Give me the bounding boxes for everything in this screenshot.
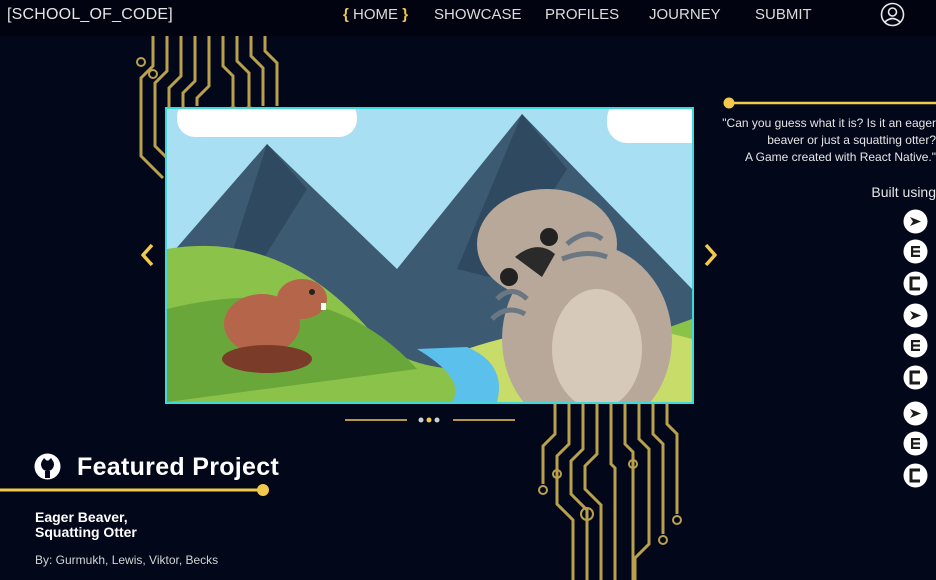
- carousel-dot[interactable]: [418, 417, 424, 423]
- project-authors: By: Gurmukh, Lewis, Viktor, Becks: [35, 553, 219, 567]
- home-close-brace: }: [402, 6, 409, 23]
- description-divider: [723, 97, 936, 109]
- project-description: "Can you guess what it is? Is it an eage…: [700, 115, 936, 166]
- carousel-dot[interactable]: [434, 417, 440, 423]
- nav-home-label: HOME: [353, 6, 399, 23]
- built-using-label: Built using: [871, 184, 936, 200]
- codesandbox-icon[interactable]: [903, 365, 928, 390]
- express-icon[interactable]: [903, 333, 928, 358]
- featured-divider: [0, 484, 269, 496]
- nav-home-link[interactable]: { HOME }: [343, 6, 408, 23]
- nav-journey-link[interactable]: JOURNEY: [649, 6, 721, 23]
- expo-icon[interactable]: [903, 209, 928, 234]
- description-line: beaver or just a squatting otter?: [767, 133, 936, 147]
- chevron-left-icon[interactable]: [139, 242, 155, 268]
- beaver-otter-illustration: [167, 109, 692, 402]
- carousel-indicator: [345, 417, 515, 423]
- featured-project-heading: Featured Project: [77, 453, 280, 481]
- express-icon[interactable]: [903, 239, 928, 264]
- codesandbox-icon[interactable]: [903, 271, 928, 296]
- nav-profiles-link[interactable]: PROFILES: [545, 6, 619, 23]
- nav-submit-link[interactable]: SUBMIT: [755, 6, 812, 23]
- user-circle-icon[interactable]: [880, 2, 905, 27]
- home-open-brace: {: [343, 6, 349, 23]
- expo-icon[interactable]: [903, 401, 928, 426]
- expo-icon[interactable]: [903, 303, 928, 328]
- circuit-decoration-bottom: [538, 404, 682, 580]
- brand-logo-text[interactable]: [SCHOOL_OF_CODE]: [7, 6, 173, 24]
- description-line: "Can you guess what it is? Is it an eage…: [722, 116, 936, 130]
- codesandbox-icon[interactable]: [903, 463, 928, 488]
- github-icon[interactable]: [34, 453, 61, 480]
- carousel-slide-image: [165, 107, 694, 404]
- chevron-right-icon[interactable]: [703, 242, 719, 268]
- carousel-dot-active[interactable]: [426, 417, 432, 423]
- express-icon[interactable]: [903, 431, 928, 456]
- project-name[interactable]: Eager Beaver, Squatting Otter: [35, 510, 235, 540]
- top-nav: [SCHOOL_OF_CODE] { HOME } SHOWCASE PROFI…: [0, 0, 936, 36]
- project-name-line: Squatting Otter: [35, 524, 137, 540]
- project-name-line: Eager Beaver,: [35, 509, 128, 525]
- nav-showcase-link[interactable]: SHOWCASE: [434, 6, 522, 23]
- description-line: A Game created with React Native.": [744, 150, 936, 164]
